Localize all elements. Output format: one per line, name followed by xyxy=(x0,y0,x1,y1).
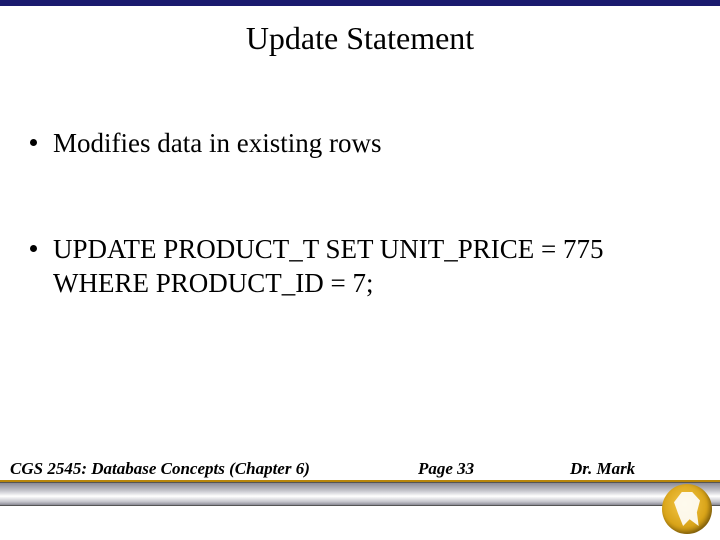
bullet-text: UPDATE PRODUCT_T SET UNIT_PRICE = 775 WH… xyxy=(53,233,690,301)
footer: CGS 2545: Database Concepts (Chapter 6) … xyxy=(0,480,720,540)
slide-body: Modifies data in existing rows UPDATE PR… xyxy=(0,127,720,300)
footer-course: CGS 2545: Database Concepts (Chapter 6) xyxy=(10,459,310,479)
footer-author: Dr. Mark xyxy=(570,459,635,479)
slide-title: Update Statement xyxy=(0,20,720,57)
footer-page: Page 33 xyxy=(418,459,474,479)
bullet-item: UPDATE PRODUCT_T SET UNIT_PRICE = 775 WH… xyxy=(30,233,690,301)
ucf-logo xyxy=(662,484,712,534)
pegasus-silhouette-icon xyxy=(674,492,700,526)
footer-text-row: CGS 2545: Database Concepts (Chapter 6) … xyxy=(0,457,720,481)
pegasus-icon xyxy=(662,484,712,534)
bullet-item: Modifies data in existing rows xyxy=(30,127,690,161)
footer-gradient-bar: CGS 2545: Database Concepts (Chapter 6) … xyxy=(0,482,720,506)
top-accent-bar xyxy=(0,0,720,6)
bullet-text: Modifies data in existing rows xyxy=(53,127,381,161)
bullet-dot-icon xyxy=(30,245,37,252)
footer-bottom-pad xyxy=(0,506,720,540)
bullet-dot-icon xyxy=(30,139,37,146)
